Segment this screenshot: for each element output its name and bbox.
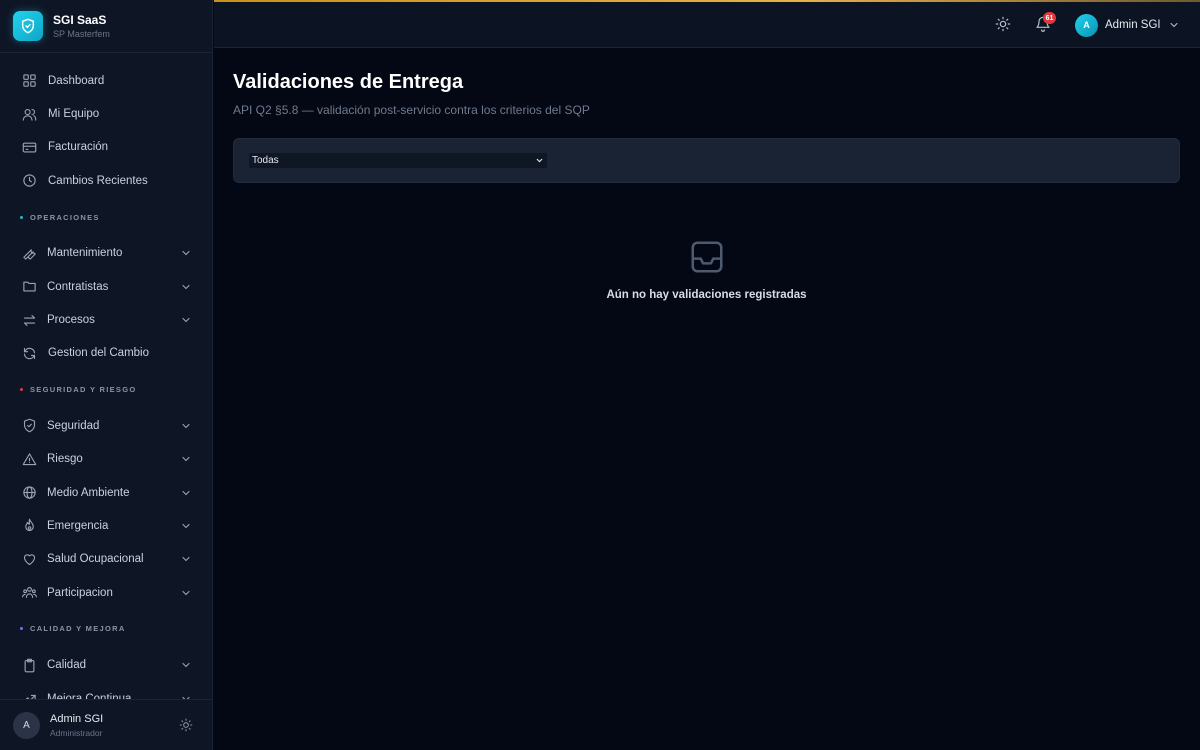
sidebar-item-label: Participacion (47, 586, 113, 599)
page-subtitle: API Q2 §5.8 — validación post-servicio c… (233, 103, 590, 117)
sidebar-item-label: Cambios Recientes (48, 174, 148, 187)
topbar-accent-line (214, 0, 1200, 2)
section-seguridad-y-riesgo: SEGURIDAD Y RIESGO (0, 370, 212, 409)
sidebar-item-label: Emergencia (47, 519, 109, 532)
chevron-down-icon (182, 457, 190, 462)
brand-subtitle: SP Masterfem (53, 28, 110, 39)
topbar: 61 A Admin SGI (214, 0, 1200, 48)
sidebar-item-gestion-del-cambio[interactable]: Gestion del Cambio (0, 337, 212, 370)
sidebar-item-label: Medio Ambiente (47, 486, 130, 499)
chevron-down-icon (182, 490, 190, 495)
shield-logo-icon (13, 11, 43, 41)
theme-toggle-sun-icon[interactable] (995, 16, 1011, 32)
clock-icon (21, 173, 37, 189)
chevron-down-icon (182, 284, 190, 289)
page-title: Validaciones de Entrega (233, 71, 464, 93)
chevron-down-icon (182, 663, 190, 668)
chevron-down-icon (536, 158, 543, 162)
sidebar-item-facturacion[interactable]: Facturación (0, 131, 212, 164)
users-icon (21, 106, 37, 122)
chevron-down-icon (182, 523, 190, 529)
sidebar-nav: Dashboard Mi Equipo Facturación Cambios … (0, 64, 212, 715)
section-calidad-y-mejora: CALIDAD Y MEJORA (0, 609, 212, 648)
section-operaciones: OPERACIONES (0, 198, 212, 237)
sidebar-item-salud-ocupacional[interactable]: Salud Ocupacional (0, 543, 212, 576)
flame-icon (21, 518, 37, 534)
warning-triangle-icon (21, 451, 37, 467)
chevron-down-icon (182, 317, 190, 323)
sidebar: SGI SaaS SP Masterfem Dashboard Mi Equip… (0, 0, 213, 750)
section-title: CALIDAD Y MEJORA (30, 624, 126, 634)
user-menu[interactable]: A Admin SGI (1075, 13, 1180, 37)
sidebar-item-label: Calidad (47, 659, 86, 672)
footer-user-role: Administrador (50, 727, 103, 738)
sidebar-item-label: Seguridad (47, 419, 100, 432)
grid-icon (21, 73, 37, 89)
sidebar-item-label: Dashboard (48, 74, 105, 87)
section-dot (20, 215, 23, 219)
sidebar-item-label: Facturación (48, 141, 109, 154)
empty-state-message: Aún no hay validaciones registradas (606, 289, 807, 301)
notification-badge: 61 (1043, 12, 1056, 24)
sidebar-item-dashboard[interactable]: Dashboard (0, 64, 212, 97)
sun-icon[interactable] (179, 718, 193, 732)
people-group-icon (21, 585, 37, 601)
brand-header[interactable]: SGI SaaS SP Masterfem (0, 0, 212, 53)
sidebar-item-emergencia[interactable]: Emergencia (0, 509, 212, 542)
globe-icon (21, 485, 37, 501)
inbox-icon (690, 241, 723, 273)
sidebar-item-riesgo[interactable]: Riesgo (0, 443, 212, 476)
sidebar-item-mi-equipo[interactable]: Mi Equipo (0, 97, 212, 130)
sidebar-item-label: Mantenimiento (47, 247, 123, 260)
section-title: SEGURIDAD Y RIESGO (30, 385, 137, 395)
sidebar-item-cambios-recientes[interactable]: Cambios Recientes (0, 164, 212, 197)
section-dot (20, 627, 23, 631)
chevron-down-icon (1170, 23, 1178, 28)
sidebar-item-label: Riesgo (47, 453, 83, 466)
heart-icon (21, 551, 37, 567)
user-name: Admin SGI (1105, 19, 1161, 31)
sidebar-item-label: Mi Equipo (48, 108, 100, 121)
sidebar-item-contratistas[interactable]: Contratistas (0, 270, 212, 303)
sidebar-item-label: Gestion del Cambio (48, 347, 149, 360)
sidebar-item-label: Contratistas (47, 280, 109, 293)
filter-selected-value: Todas (252, 154, 279, 166)
section-dot (20, 388, 23, 392)
avatar: A (1075, 13, 1098, 37)
filter-bar: Todas (233, 138, 1180, 183)
folder-icon (21, 279, 37, 295)
sidebar-item-label: Procesos (47, 314, 95, 327)
chevron-down-icon (182, 557, 190, 562)
chevron-down-icon (182, 251, 190, 256)
wrench-icon (21, 245, 37, 261)
sidebar-item-seguridad[interactable]: Seguridad (0, 409, 212, 442)
section-title: OPERACIONES (30, 212, 100, 222)
sidebar-item-label: Salud Ocupacional (47, 553, 144, 566)
chevron-down-icon (182, 590, 190, 596)
sidebar-item-participacion[interactable]: Participacion (0, 576, 212, 609)
main-content: Validaciones de Entrega API Q2 §5.8 — va… (233, 48, 1180, 301)
sidebar-item-calidad[interactable]: Calidad (0, 648, 212, 681)
sidebar-user-footer[interactable]: A Admin SGI Administrador (0, 699, 212, 750)
sidebar-item-mantenimiento[interactable]: Mantenimiento (0, 237, 212, 270)
chevron-down-icon (182, 423, 190, 429)
footer-user-name: Admin SGI (50, 712, 104, 725)
refresh-icon (21, 345, 37, 361)
shield-check-icon (21, 418, 37, 434)
sidebar-item-medio-ambiente[interactable]: Medio Ambiente (0, 476, 212, 509)
brand-name: SGI SaaS (53, 12, 107, 27)
status-filter-select[interactable]: Todas (249, 152, 547, 168)
sidebar-item-procesos[interactable]: Procesos (0, 303, 212, 336)
credit-card-icon (21, 139, 37, 155)
avatar: A (13, 711, 40, 739)
clipboard-icon (21, 657, 37, 673)
arrows-swap-icon (21, 312, 37, 328)
empty-state: Aún no hay validaciones registradas (233, 238, 1180, 301)
